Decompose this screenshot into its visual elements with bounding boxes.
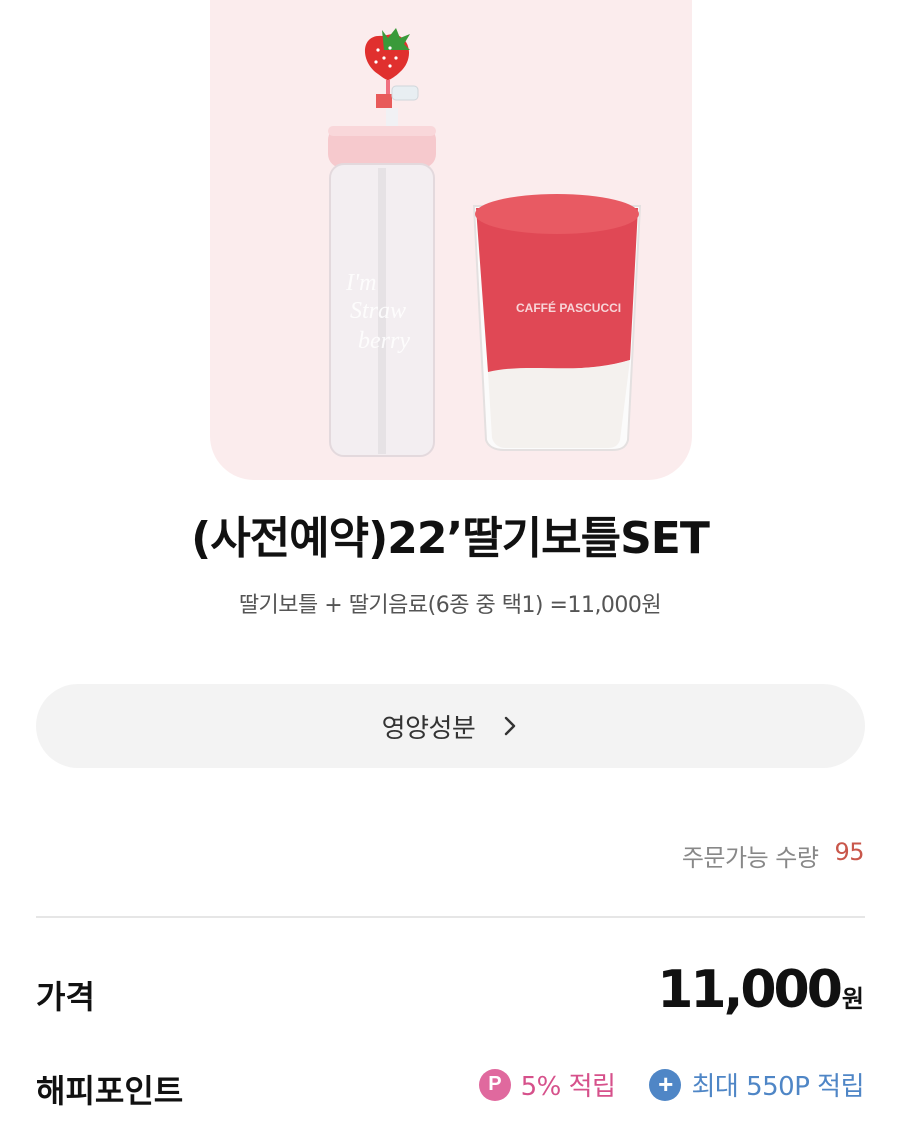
bottle: I'm Straw berry <box>328 108 436 457</box>
price-label: 가격 <box>36 978 95 1016</box>
strawberry-latte-cup: CAFFÉ PASCUCCI <box>472 194 642 451</box>
svg-text:I'm: I'm <box>345 270 376 296</box>
svg-text:berry: berry <box>358 328 410 354</box>
nutrition-label: 영양성분 <box>381 713 476 744</box>
product-title: (사전예약)22’딸기보틀SET <box>191 513 710 564</box>
chevron-right-icon <box>501 715 519 737</box>
order-quantity: 주문가능 수량 95 <box>681 838 865 873</box>
order-quantity-label: 주문가능 수량 <box>681 844 819 872</box>
point-rate: P 5% 적립 <box>478 1066 616 1103</box>
point-max[interactable]: + 최대 550P 적립 <box>649 1066 864 1103</box>
happy-point-label: 해피포인트 <box>36 1072 184 1110</box>
point-rate-text: 5% 적립 <box>520 1072 616 1102</box>
price-unit: 원 <box>841 985 864 1013</box>
price-number: 11,000 <box>657 960 843 1020</box>
product-illustration: I'm Straw berry CAFFÉ PASCUCCI <box>328 28 642 457</box>
plus-icon: + <box>649 1068 682 1101</box>
point-max-text: 최대 550P 적립 <box>691 1072 864 1102</box>
svg-text:Straw: Straw <box>350 298 406 324</box>
strawberry-topper <box>364 28 419 108</box>
product-description: 딸기보틀 + 딸기음료(6종 중 택1) =11,000원 <box>238 593 662 618</box>
nutrition-button[interactable]: 영양성분 <box>36 684 865 768</box>
price-value: 11,000 원 <box>657 960 864 1020</box>
divider <box>36 916 865 918</box>
product-image: I'm Straw berry CAFFÉ PASCUCCI <box>210 0 692 480</box>
svg-text:CAFFÉ PASCUCCI: CAFFÉ PASCUCCI <box>516 300 621 315</box>
order-quantity-count: 95 <box>834 838 864 866</box>
point-p-icon: P <box>478 1068 511 1101</box>
happy-point-info: P 5% 적립 + 최대 550P 적립 <box>478 1066 864 1103</box>
